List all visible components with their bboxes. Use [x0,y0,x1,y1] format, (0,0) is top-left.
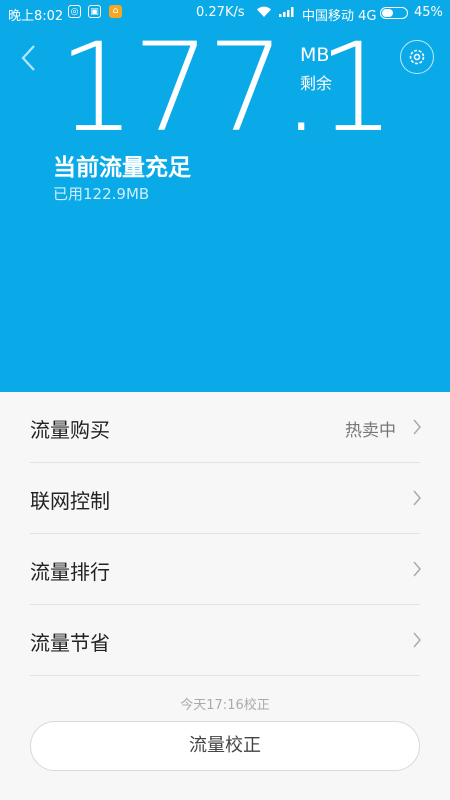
hot-sale-badge: 热卖中 [345,421,396,441]
remaining-data-value: 177.1 [58,17,395,159]
calibrate-data-button[interactable]: 流量校正 [30,721,420,771]
menu-item-data-saving[interactable]: 流量节省 [30,605,421,676]
remaining-label: 剩余 [300,74,333,93]
menu-list: 流量购买 热卖中 联网控制 流量排行 流量节省 [0,392,450,676]
menu-item-network-control[interactable]: 联网控制 [30,463,421,534]
chevron-right-icon [413,490,421,506]
back-icon[interactable] [14,40,44,76]
remaining-unit: MB [300,44,330,66]
data-status-title: 当前流量充足 [53,155,191,181]
used-data: 已用122.9MB [53,185,150,203]
chevron-right-icon [413,632,421,648]
header-panel: 晚上8:02 ◎ ▣ ⌂ 0.27K/s 中国移动 4G 45% 177.1 M… [0,0,450,392]
calibration-time-note: 今天17:16校正 [180,698,270,713]
settings-button[interactable] [400,40,434,74]
menu-item-data-ranking[interactable]: 流量排行 [30,534,421,605]
menu-item-label: 流量排行 [30,560,110,584]
menu-item-buy-data[interactable]: 流量购买 热卖中 [30,392,421,463]
battery-percent: 45% [414,5,443,20]
gear-icon [409,49,425,65]
chevron-right-icon [413,561,421,577]
menu-item-label: 流量购买 [30,418,110,442]
menu-item-label: 流量节省 [30,631,110,655]
menu-item-label: 联网控制 [30,489,110,513]
status-time: 晚上8:02 [8,9,64,24]
chevron-right-icon [413,419,421,435]
signal-icon [279,7,294,17]
